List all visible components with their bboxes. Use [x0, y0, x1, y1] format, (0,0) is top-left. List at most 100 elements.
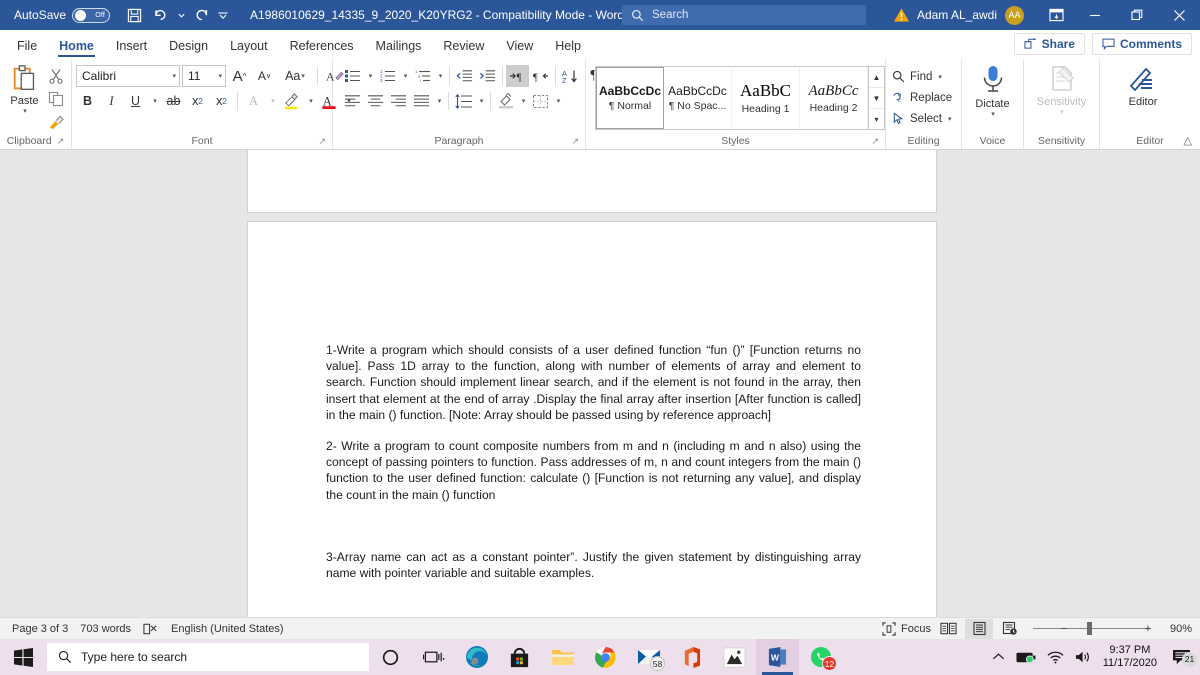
borders-dropdown-icon[interactable]: ▾ — [552, 90, 564, 112]
user-name[interactable]: Adam AL_awdi — [917, 8, 997, 22]
restore-icon[interactable] — [1116, 0, 1158, 30]
justify-icon[interactable] — [410, 90, 433, 112]
zoom-thumb[interactable] — [1087, 622, 1092, 635]
file-explorer-icon[interactable] — [541, 639, 584, 675]
alignment-dropdown-icon[interactable]: ▾ — [433, 90, 445, 112]
office-icon[interactable] — [670, 639, 713, 675]
web-layout-icon[interactable] — [996, 619, 1024, 639]
autosave-control[interactable]: AutoSave Off — [14, 7, 111, 23]
multilevel-dropdown-icon[interactable]: ▾ — [434, 65, 446, 87]
align-right-icon[interactable] — [387, 90, 410, 112]
styles-more-icon[interactable]: ▾ — [869, 109, 884, 129]
italic-icon[interactable]: I — [100, 90, 123, 112]
minimize-icon[interactable] — [1074, 0, 1116, 30]
font-name-chevron-down-icon[interactable]: ▾ — [172, 72, 176, 80]
grow-font-icon[interactable]: A ^ — [228, 65, 251, 87]
find-button[interactable]: Find ▾ — [890, 66, 942, 87]
editor-button[interactable]: Editor — [1112, 62, 1174, 108]
sensitivity-dropdown-icon[interactable]: ▾ — [1060, 108, 1064, 116]
shading-icon[interactable] — [494, 90, 517, 112]
subscript-icon[interactable]: x2 — [186, 90, 209, 112]
align-left-icon[interactable] — [341, 90, 364, 112]
replace-button[interactable]: bc Replace — [890, 87, 952, 108]
sort-icon[interactable]: AZ — [559, 65, 582, 87]
font-size-combo[interactable]: 11 ▾ — [182, 65, 226, 87]
taskbar-search-input[interactable]: Type here to search — [47, 643, 369, 671]
text-effects-dropdown-icon[interactable]: ▾ — [266, 90, 279, 112]
paste-button[interactable]: Paste ▾ — [4, 62, 45, 115]
rtl-text-direction-icon[interactable]: ¶ — [529, 65, 552, 87]
font-name-combo[interactable]: Calibri ▾ — [76, 65, 180, 87]
clipboard-dialog-launcher-icon[interactable]: ↗ — [57, 136, 65, 147]
numbering-icon[interactable]: 123 — [376, 65, 399, 87]
close-icon[interactable] — [1158, 0, 1200, 30]
underline-dropdown-icon[interactable]: ▾ — [148, 90, 161, 112]
document-text-body[interactable]: 1-Write a program which should consists … — [326, 342, 861, 617]
change-case-icon[interactable]: Aa ▾ — [278, 65, 312, 87]
microsoft-edge-icon[interactable] — [455, 639, 498, 675]
wifi-icon[interactable] — [1047, 651, 1064, 664]
paste-dropdown-icon[interactable]: ▾ — [23, 107, 27, 115]
select-button[interactable]: Select ▾ — [890, 108, 951, 129]
borders-icon[interactable] — [529, 90, 552, 112]
strikethrough-icon[interactable]: ab — [162, 90, 185, 112]
tab-references[interactable]: References — [279, 39, 365, 59]
bullets-icon[interactable] — [341, 65, 364, 87]
style-item-heading-2[interactable]: AaBbCc Heading 2 — [800, 67, 868, 129]
tab-insert[interactable]: Insert — [105, 39, 158, 59]
tab-design[interactable]: Design — [158, 39, 219, 59]
proofing-errors-icon[interactable] — [143, 622, 159, 636]
avatar[interactable]: AA — [1005, 5, 1024, 25]
ltr-text-direction-icon[interactable]: ¶ — [506, 65, 529, 87]
tab-home[interactable]: Home — [48, 39, 105, 59]
zoom-in-button[interactable]: + — [1141, 619, 1155, 639]
paragraph-dialog-launcher-icon[interactable]: ↗ — [571, 136, 579, 147]
sensitivity-button[interactable]: Sensitivity ▾ — [1031, 62, 1093, 116]
taskbar-clock[interactable]: 9:37 PM 11/17/2020 — [1103, 644, 1157, 670]
volume-icon[interactable] — [1075, 650, 1092, 664]
word-count-status[interactable]: 703 words — [80, 623, 131, 635]
zoom-out-button[interactable]: − — [1057, 619, 1071, 639]
battery-icon[interactable] — [1016, 651, 1036, 664]
windows-start-icon[interactable] — [0, 639, 47, 675]
ribbon-display-options-icon[interactable] — [1038, 0, 1074, 30]
tab-mailings[interactable]: Mailings — [365, 39, 433, 59]
style-item-normal[interactable]: AaBbCcDc ¶ Normal — [596, 67, 664, 129]
tab-review[interactable]: Review — [432, 39, 495, 59]
microsoft-word-icon[interactable]: W — [756, 639, 799, 675]
copy-icon[interactable] — [45, 88, 67, 110]
styles-dialog-launcher-icon[interactable]: ↗ — [871, 136, 879, 147]
tab-file[interactable]: File — [6, 39, 48, 59]
comments-button[interactable]: Comments — [1091, 33, 1192, 55]
share-button[interactable]: Share — [1013, 33, 1085, 55]
bullets-dropdown-icon[interactable]: ▾ — [364, 65, 376, 87]
select-dropdown-icon[interactable]: ▾ — [948, 115, 952, 123]
autosave-toggle[interactable]: Off — [72, 7, 111, 23]
underline-icon[interactable]: U — [124, 90, 147, 112]
document-canvas[interactable]: 1-Write a program which should consists … — [0, 150, 1200, 617]
photos-icon[interactable] — [713, 639, 756, 675]
style-item-heading-1[interactable]: AaBbC Heading 1 — [732, 67, 800, 129]
undo-icon[interactable] — [148, 4, 172, 26]
line-spacing-dropdown-icon[interactable]: ▾ — [475, 90, 487, 112]
print-layout-icon[interactable] — [965, 618, 993, 639]
dictate-button[interactable]: Dictate ▾ — [966, 62, 1019, 118]
document-page-current[interactable]: 1-Write a program which should consists … — [248, 222, 936, 617]
shrink-font-icon[interactable]: A ∨ — [253, 65, 276, 87]
redo-icon[interactable] — [190, 4, 214, 26]
page-number-status[interactable]: Page 3 of 3 — [12, 623, 68, 635]
language-status[interactable]: English (United States) — [171, 623, 284, 635]
read-mode-icon[interactable] — [934, 619, 962, 639]
tab-view[interactable]: View — [495, 39, 544, 59]
line-spacing-icon[interactable] — [452, 90, 475, 112]
highlight-dropdown-icon[interactable]: ▾ — [304, 90, 317, 112]
numbering-dropdown-icon[interactable]: ▾ — [399, 65, 411, 87]
tab-layout[interactable]: Layout — [219, 39, 279, 59]
chevron-up-icon[interactable] — [992, 652, 1005, 662]
cortana-icon[interactable] — [369, 639, 412, 675]
action-center-icon[interactable]: 21 — [1168, 649, 1197, 667]
decrease-indent-icon[interactable] — [453, 65, 476, 87]
style-item-no-spacing[interactable]: AaBbCcDc ¶ No Spac... — [664, 67, 732, 129]
google-chrome-icon[interactable] — [584, 639, 627, 675]
task-view-icon[interactable] — [412, 639, 455, 675]
